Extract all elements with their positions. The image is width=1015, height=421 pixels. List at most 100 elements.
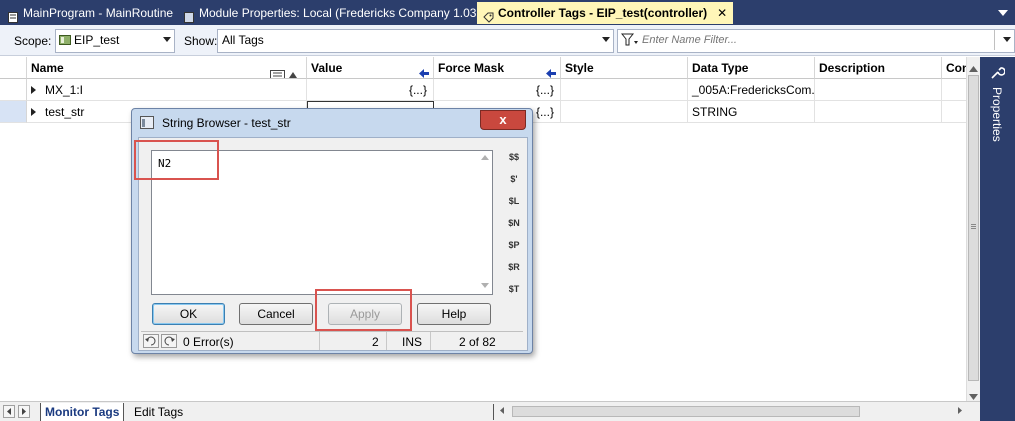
column-header-name[interactable]: Name (27, 57, 307, 79)
document-tab-bar: MainProgram - MainRoutine Module Propert… (0, 0, 1015, 25)
column-header-description[interactable]: Description (815, 57, 942, 79)
cancel-button[interactable]: Cancel (239, 303, 313, 325)
column-header-constant[interactable]: Con (942, 57, 968, 79)
column-label: Force Mask (438, 61, 505, 75)
show-dropdown[interactable]: All Tags (217, 29, 614, 53)
scope-label: Scope: (14, 34, 52, 48)
vertical-scrollbar[interactable] (966, 57, 980, 401)
scroll-thumb[interactable] (968, 75, 979, 381)
column-label: Style (565, 61, 594, 75)
scroll-right-icon[interactable] (955, 405, 967, 418)
row-header-corner (0, 57, 27, 79)
value-cell[interactable]: {...} (307, 79, 434, 101)
highlight-box-text (134, 140, 219, 180)
redo-icon[interactable] (161, 334, 177, 351)
undo-icon[interactable] (143, 334, 159, 351)
close-button[interactable]: x (480, 110, 526, 130)
column-label: Data Type (692, 61, 749, 75)
help-button[interactable]: Help (417, 303, 491, 325)
constant-cell[interactable] (942, 79, 968, 101)
divider (386, 332, 387, 350)
escape-dollar-button[interactable]: $$ (505, 148, 523, 166)
column-header-style[interactable]: Style (561, 57, 688, 79)
name-cell[interactable]: MX_1:I (27, 79, 307, 101)
tag-icon (483, 8, 494, 23)
horizontal-scroll-thumb[interactable] (512, 406, 860, 417)
routine-icon (8, 8, 18, 23)
scroll-up-icon[interactable] (969, 61, 978, 75)
tab-edit-tags[interactable]: Edit Tags (130, 403, 187, 421)
arrow-left-icon (546, 63, 556, 78)
data-type-cell[interactable]: STRING (688, 101, 815, 123)
column-label: Con (946, 61, 968, 75)
data-type-cell[interactable]: _005A:FredericksCom... (688, 79, 815, 101)
edit-scrollbar[interactable] (478, 151, 492, 292)
column-header-force-mask[interactable]: Force Mask (434, 57, 561, 79)
escape-tab-button[interactable]: $T (505, 280, 523, 298)
expand-arrow-icon[interactable] (31, 108, 36, 116)
ok-button[interactable]: OK (152, 303, 225, 325)
tag-toolbar: Scope: EIP_test Show: All Tags (0, 25, 1015, 56)
name-filter-box[interactable] (617, 29, 1015, 53)
scope-dropdown[interactable]: EIP_test (55, 29, 175, 53)
dialog-status-bar: 0 Error(s) 2 INS 2 of 82 (141, 331, 523, 350)
tab-module-properties[interactable]: Module Properties: Local (Fredericks Com… (178, 2, 493, 24)
tab-controller-tags[interactable]: Controller Tags - EIP_test(controller) ✕ (477, 2, 734, 24)
escape-page-button[interactable]: $P (505, 236, 523, 254)
name-filter-input[interactable] (640, 31, 989, 49)
dialog-title: String Browser - test_str (162, 116, 291, 130)
constant-cell[interactable] (942, 101, 968, 123)
close-icon: x (499, 112, 507, 127)
table-row[interactable]: MX_1:I {...} {...} _005A:FredericksCom..… (0, 79, 968, 101)
chevron-down-icon (163, 37, 171, 42)
tab-list-dropdown-icon[interactable] (997, 7, 1009, 17)
tag-name: MX_1:I (45, 83, 84, 97)
escape-quote-button[interactable]: $' (505, 170, 523, 188)
properties-label[interactable]: Properties (990, 87, 1004, 142)
column-header-data-type[interactable]: Data Type (688, 57, 815, 79)
escape-return-button[interactable]: $R (505, 258, 523, 276)
controller-icon (59, 34, 71, 49)
close-tab-icon[interactable]: ✕ (717, 2, 727, 24)
arrow-left-icon (419, 63, 429, 78)
sort-ascending-icon[interactable] (270, 64, 300, 78)
window-icon (140, 116, 154, 132)
insert-mode: INS (402, 335, 423, 349)
scroll-tabs-right-icon[interactable] (18, 405, 30, 418)
scroll-tabs-left-icon[interactable] (3, 405, 15, 418)
expand-arrow-icon[interactable] (31, 86, 36, 94)
highlight-box-apply (315, 289, 412, 331)
cursor-position: 2 of 82 (459, 335, 496, 349)
chevron-down-icon[interactable] (1003, 37, 1011, 42)
divider (493, 404, 494, 420)
string-length: 2 (372, 335, 379, 349)
error-count: 0 Error(s) (183, 335, 234, 349)
escape-newline-button[interactable]: $N (505, 214, 523, 232)
style-cell[interactable] (561, 79, 688, 101)
divider (430, 332, 431, 350)
scope-value: EIP_test (74, 33, 120, 47)
tab-label: Controller Tags - EIP_test(controller) (498, 6, 708, 20)
column-header-value[interactable]: Value (307, 57, 434, 79)
sheet-tab-bar: Monitor Tags Edit Tags (0, 401, 980, 421)
description-cell[interactable] (815, 79, 942, 101)
tab-label: Module Properties: Local (Fredericks Com… (199, 6, 488, 20)
style-cell[interactable] (561, 101, 688, 123)
show-value: All Tags (222, 33, 264, 47)
divider (319, 332, 320, 350)
filter-icon[interactable] (620, 33, 639, 50)
tag-name: test_str (45, 105, 85, 119)
tab-main-routine[interactable]: MainProgram - MainRoutine (2, 2, 179, 24)
row-header[interactable] (0, 79, 27, 101)
column-label: Value (311, 61, 343, 75)
force-mask-cell[interactable]: {...} (434, 79, 561, 101)
tab-monitor-tags[interactable]: Monitor Tags (40, 403, 125, 421)
column-label: Name (31, 61, 64, 75)
wrench-icon (989, 65, 1006, 84)
row-header[interactable] (0, 101, 27, 123)
description-cell[interactable] (815, 101, 942, 123)
properties-side-panel[interactable]: Properties (980, 57, 1015, 421)
scroll-left-icon[interactable] (497, 405, 509, 418)
module-icon (184, 8, 194, 23)
escape-linefeed-button[interactable]: $L (505, 192, 523, 210)
